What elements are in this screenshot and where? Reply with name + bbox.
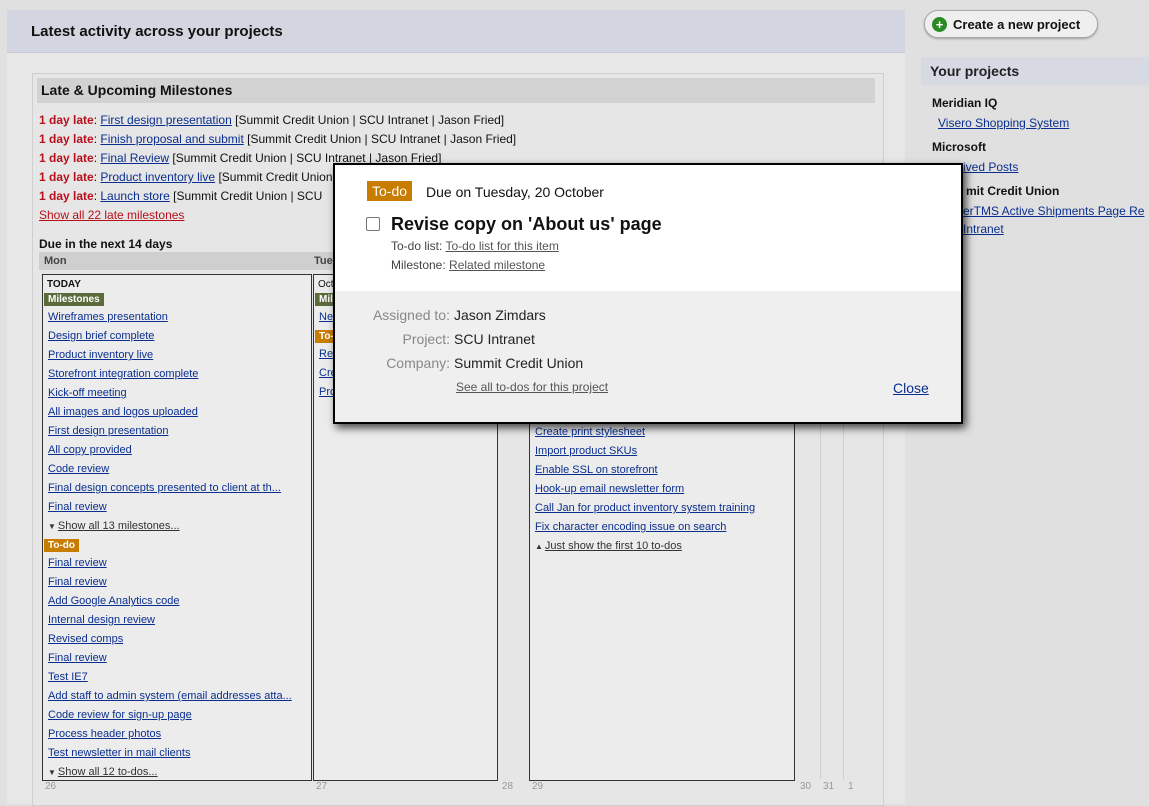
show-all-late-link[interactable]: Show all 22 late milestones <box>39 208 184 222</box>
page-title: Latest activity across your projects <box>7 10 905 53</box>
project-link[interactable]: ived Posts <box>963 160 1018 174</box>
list-item[interactable]: Test newsletter in mail clients <box>48 747 190 759</box>
todo-popup: To-do Due on Tuesday, 20 October Revise … <box>333 163 963 424</box>
day-number: 26 <box>45 781 57 792</box>
project-link[interactable]: erTMS Active Shipments Page Re <box>963 204 1144 218</box>
close-link[interactable]: Close <box>893 380 929 396</box>
milestone-row: Milestone: Related milestone <box>391 258 545 272</box>
list-item[interactable]: Internal design review <box>48 614 155 626</box>
list-item[interactable]: Wireframes presentation <box>48 311 168 323</box>
milestone-link[interactable]: Product inventory live <box>100 170 215 184</box>
company-label: Company: <box>386 355 450 371</box>
milestone-link[interactable]: Related milestone <box>449 258 545 272</box>
day-number: 30 <box>800 781 812 792</box>
list-item[interactable]: Final review <box>48 501 107 513</box>
list-item[interactable]: Fix character encoding issue on search <box>535 521 726 533</box>
todo-list-label: To-do list: <box>391 239 443 253</box>
list-item[interactable]: Product inventory live <box>48 349 153 361</box>
list-item[interactable]: Code review <box>48 463 109 475</box>
complete-checkbox[interactable] <box>366 217 380 231</box>
today-label: TODAY <box>47 279 81 290</box>
list-item[interactable]: All images and logos uploaded <box>48 406 198 418</box>
project-label: Project: <box>402 331 450 347</box>
plus-icon: + <box>932 17 947 32</box>
project-link[interactable]: Visero Shopping System <box>938 116 1069 130</box>
list-item[interactable]: Hook-up email newsletter form <box>535 483 684 495</box>
assigned-label: Assigned to: <box>372 307 450 323</box>
create-project-label: Create a new project <box>953 17 1081 32</box>
list-item[interactable]: Final review <box>48 557 107 569</box>
company-name: Microsoft <box>932 140 986 154</box>
day-header-tue: Tue <box>314 255 333 267</box>
milestone-context: [Summit Credit Union | SCU <box>173 189 323 203</box>
list-item[interactable]: Final review <box>48 576 107 588</box>
day-header-mon: Mon <box>44 255 67 267</box>
todo-list-link[interactable]: To-do list for this item <box>445 239 558 253</box>
popup-details: Assigned to: Jason Zimdars Project: SCU … <box>335 291 961 422</box>
list-item[interactable]: Revised comps <box>48 633 123 645</box>
list-item[interactable]: Design brief complete <box>48 330 154 342</box>
todo-list-row: To-do list: To-do list for this item <box>391 239 559 253</box>
milestone-context: [Summit Credit Union <box>218 170 333 184</box>
list-item[interactable]: Create print stylesheet <box>535 426 645 438</box>
todo-badge: To-do <box>367 181 413 201</box>
day-number: 28 <box>502 781 514 792</box>
list-item[interactable]: First design presentation <box>48 425 168 437</box>
milestone-link[interactable]: Final Review <box>100 151 169 165</box>
todo-tag: To-do <box>44 539 80 552</box>
popup-top: To-do Due on Tuesday, 20 October Revise … <box>335 165 961 291</box>
project-value: SCU Intranet <box>454 331 535 347</box>
list-item[interactable]: Enable SSL on storefront <box>535 464 658 476</box>
day-number: 1 <box>848 781 854 792</box>
late-milestone-row: 1 day late: Finish proposal and submit [… <box>39 132 517 146</box>
create-project-button[interactable]: + Create a new project <box>924 10 1098 38</box>
list-item[interactable]: All copy provided <box>48 444 132 456</box>
late-label: 1 day late <box>39 189 94 203</box>
triangle-down-icon: ▼ <box>48 768 56 777</box>
milestones-title: Late & Upcoming Milestones <box>37 78 875 103</box>
list-item[interactable]: Import product SKUs <box>535 445 637 457</box>
milestone-label: Milestone: <box>391 258 446 272</box>
company-name: Meridian IQ <box>932 96 998 110</box>
milestone-context: [Summit Credit Union | SCU Intranet | Ja… <box>247 132 517 146</box>
late-label: 1 day late <box>39 170 94 184</box>
late-label: 1 day late <box>39 132 94 146</box>
your-projects-title: Your projects <box>921 57 1149 85</box>
day-number: 27 <box>316 781 328 792</box>
just-show-first-link[interactable]: Just show the first 10 to-dos <box>545 540 682 552</box>
late-label: 1 day late <box>39 113 94 127</box>
assigned-value: Jason Zimdars <box>454 307 546 323</box>
task-title: Revise copy on 'About us' page <box>391 214 662 234</box>
company-name: mit Credit Union <box>966 184 1060 198</box>
triangle-down-icon: ▼ <box>48 522 56 531</box>
list-item[interactable]: Code review for sign-up page <box>48 709 192 721</box>
list-item[interactable]: Test IE7 <box>48 671 88 683</box>
show-all-milestones-link[interactable]: Show all 13 milestones... <box>58 520 180 532</box>
project-link[interactable]: Intranet <box>963 222 1004 236</box>
day-number: 31 <box>823 781 835 792</box>
list-item[interactable]: Final review <box>48 652 107 664</box>
list-item[interactable]: Add staff to admin system (email address… <box>48 690 292 702</box>
due-date: Due on Tuesday, 20 October <box>426 184 604 200</box>
late-label: 1 day late <box>39 151 94 165</box>
list-item[interactable]: Final design concepts presented to clien… <box>48 482 281 494</box>
list-item[interactable]: Kick-off meeting <box>48 387 127 399</box>
day-number: 29 <box>532 781 544 792</box>
milestone-link[interactable]: First design presentation <box>100 113 231 127</box>
calendar-col-mon: TODAY Milestones Wireframes presentation… <box>42 274 312 781</box>
milestone-link[interactable]: Finish proposal and submit <box>100 132 243 146</box>
milestone-context: [Summit Credit Union | SCU Intranet | Ja… <box>235 113 505 127</box>
list-item[interactable]: Add Google Analytics code <box>48 595 179 607</box>
company-value: Summit Credit Union <box>454 355 584 371</box>
triangle-up-icon: ▲ <box>535 542 543 551</box>
show-all-todos-link[interactable]: Show all 12 to-dos... <box>58 766 158 778</box>
list-item[interactable]: Process header photos <box>48 728 161 740</box>
milestone-link[interactable]: Launch store <box>100 189 169 203</box>
list-item[interactable]: Call Jan for product inventory system tr… <box>535 502 755 514</box>
list-item[interactable]: Storefront integration complete <box>48 368 198 380</box>
milestones-tag: Milestones <box>44 293 104 306</box>
late-milestone-row: 1 day late: First design presentation [S… <box>39 113 505 127</box>
see-all-todos-link[interactable]: See all to-dos for this project <box>456 380 608 394</box>
